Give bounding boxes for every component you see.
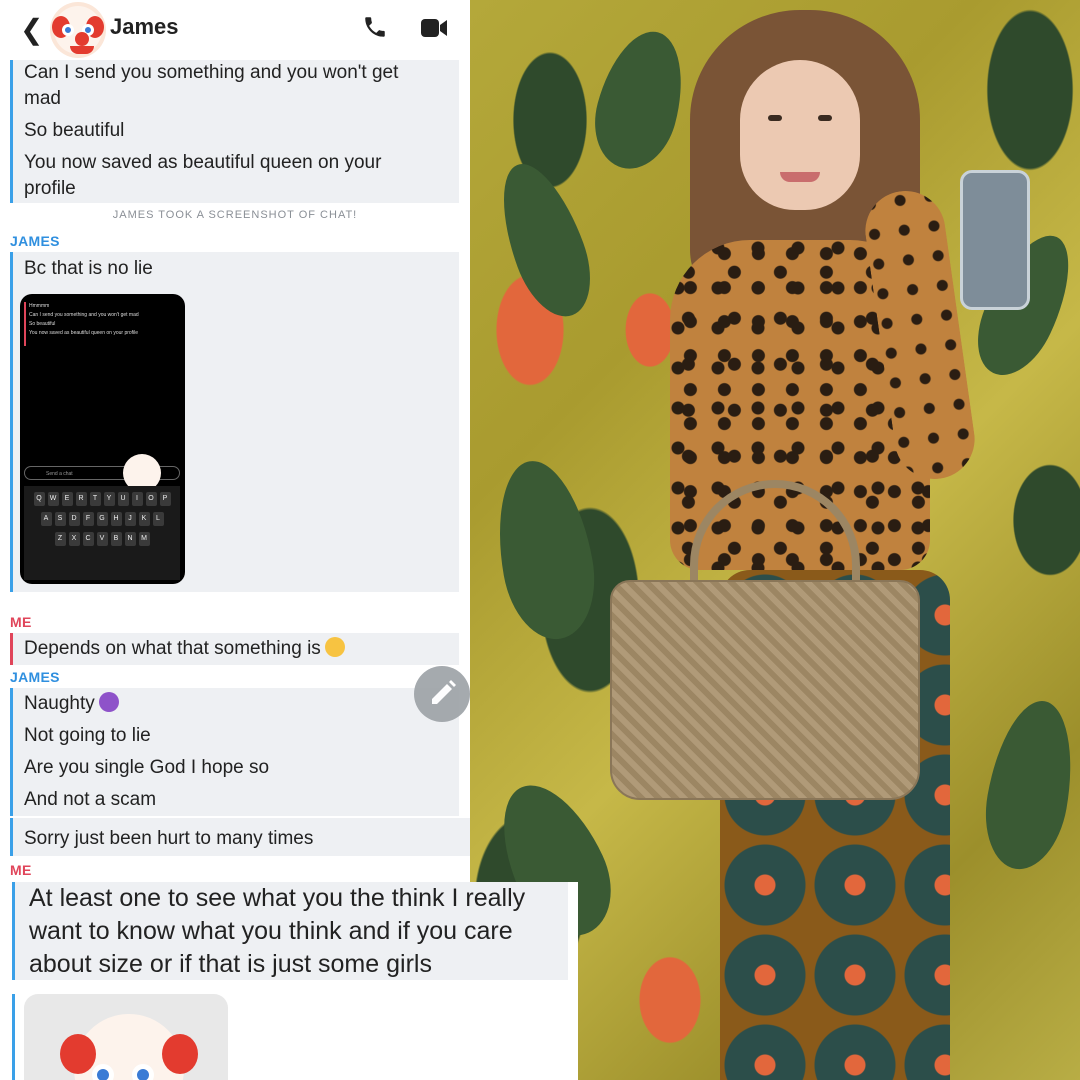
- message-text: You now saved as beautiful queen on your: [24, 152, 382, 173]
- keyboard-key: D: [68, 512, 80, 526]
- keyboard-key: R: [75, 492, 87, 506]
- mouth: [780, 172, 820, 182]
- sender-label-james: JAMES: [10, 233, 60, 249]
- phone-icon[interactable]: [362, 14, 388, 40]
- chevron-left-icon[interactable]: ❮: [20, 16, 43, 44]
- message-text: about size or if that is just some girls: [29, 950, 432, 978]
- eye: [768, 115, 782, 121]
- clown-icon: [52, 6, 104, 54]
- wallpaper-leaf: [484, 152, 606, 328]
- keyboard-key: T: [89, 492, 101, 506]
- sender-label-me: ME: [10, 614, 32, 630]
- message-text: want to know what you think and if you c…: [29, 917, 513, 945]
- pencil-icon: [432, 680, 456, 704]
- message-group-james-1: Can I send you something and you won't g…: [10, 60, 459, 203]
- message-text: Naughty: [13, 688, 459, 717]
- clown-mouth: [70, 46, 94, 54]
- message-text: Can I send you something and you won't g…: [24, 62, 399, 83]
- phone-in-hand: [960, 170, 1030, 310]
- keyboard-key: L: [152, 512, 164, 526]
- keyboard-key: J: [124, 512, 136, 526]
- keyboard-key: O: [145, 492, 157, 506]
- thumbnail-line: You now saved as beautiful queen on your…: [29, 330, 139, 336]
- keyboard-key: F: [82, 512, 94, 526]
- message-text-content: Naughty: [24, 693, 95, 714]
- eye: [818, 115, 832, 121]
- person: [610, 10, 1050, 1080]
- keyboard-key: M: [138, 532, 150, 546]
- keyboard-row: QWERTYUIOP: [24, 492, 180, 506]
- clown-nose: [75, 32, 89, 46]
- clown-hair-left: [60, 1034, 96, 1074]
- chat-screenshot-thumbnail[interactable]: Hmmmm Can I send you something and you w…: [20, 294, 185, 584]
- message-text: mad: [24, 88, 61, 109]
- clown-hair-right: [162, 1034, 198, 1074]
- clown-sticker-image[interactable]: [24, 994, 228, 1080]
- keyboard-key: P: [159, 492, 171, 506]
- keyboard-key: H: [110, 512, 122, 526]
- keyboard-key: S: [54, 512, 66, 526]
- keyboard-key: E: [61, 492, 73, 506]
- thumbnail-line: So beautiful: [29, 321, 56, 327]
- keyboard-key: W: [47, 492, 59, 506]
- message-text: Depends on what that something is: [13, 633, 459, 662]
- thumbnail-line: Can I send you something and you won't g…: [29, 312, 139, 318]
- message-accent-stripe: [12, 994, 15, 1080]
- keyboard-row: ZXCVBNM: [24, 532, 180, 546]
- message-text: Are you single God I hope so: [24, 757, 270, 778]
- keyboard-key: N: [124, 532, 136, 546]
- thumbnail-messages: Hmmmm Can I send you something and you w…: [24, 302, 179, 346]
- contact-name[interactable]: James: [110, 14, 179, 40]
- keyboard-key: V: [96, 532, 108, 546]
- snakeskin-handbag: [610, 580, 920, 800]
- sweat-smile-emoji-icon: [324, 637, 345, 657]
- message-text: At least one to see what you the think I…: [29, 884, 526, 912]
- message-text: So beautiful: [24, 120, 125, 141]
- wallpaper-leaf: [485, 453, 605, 647]
- message-text-content: Depends on what that something is: [24, 638, 321, 659]
- face: [740, 60, 860, 210]
- message-group-me-2: At least one to see what you the think I…: [12, 882, 568, 980]
- keyboard-key: C: [82, 532, 94, 546]
- keyboard-key: U: [117, 492, 129, 506]
- message-group-james-4: Sorry just been hurt to many times: [10, 818, 470, 856]
- message-text: Not going to lie: [24, 725, 151, 746]
- keyboard-key: I: [131, 492, 143, 506]
- clown-eye-right: [132, 1064, 154, 1080]
- smiling-devil-emoji-icon: [98, 692, 119, 712]
- thumbnail-input-placeholder: Send a chat: [46, 471, 73, 477]
- clown-icon: [60, 1014, 198, 1080]
- chat-header: ❮ James: [0, 0, 470, 60]
- keyboard-key: A: [40, 512, 52, 526]
- message-text: profile: [24, 178, 76, 199]
- sender-label-me: ME: [10, 862, 32, 878]
- keyboard-key: Z: [54, 532, 66, 546]
- keyboard-key: Q: [33, 492, 45, 506]
- message-text: And not a scam: [24, 789, 157, 810]
- keyboard-key: G: [96, 512, 108, 526]
- edit-button[interactable]: [414, 666, 470, 722]
- avatar[interactable]: [50, 2, 106, 58]
- thumbnail-keyboard: QWERTYUIOP ASDFGHJKL ZXCVBNM: [24, 486, 180, 580]
- keyboard-key: B: [110, 532, 122, 546]
- keyboard-row: ASDFGHJKL: [24, 512, 180, 526]
- clown-eye-left: [92, 1064, 114, 1080]
- thumbnail-line: Hmmmm: [29, 303, 50, 309]
- video-camera-icon[interactable]: [420, 17, 448, 39]
- message-group-me-1: Depends on what that something is: [10, 633, 459, 665]
- clown-eye-left: [62, 24, 74, 36]
- message-group-james-3: Naughty Not going to lie Are you single …: [10, 688, 459, 816]
- keyboard-key: K: [138, 512, 150, 526]
- message-text: Sorry just been hurt to many times: [24, 828, 314, 849]
- message-text: Bc that is no lie: [24, 258, 153, 279]
- keyboard-key: Y: [103, 492, 115, 506]
- sender-label-james: JAMES: [10, 669, 60, 685]
- keyboard-key: X: [68, 532, 80, 546]
- screenshot-notice: JAMES TOOK A SCREENSHOT OF CHAT!: [112, 209, 358, 221]
